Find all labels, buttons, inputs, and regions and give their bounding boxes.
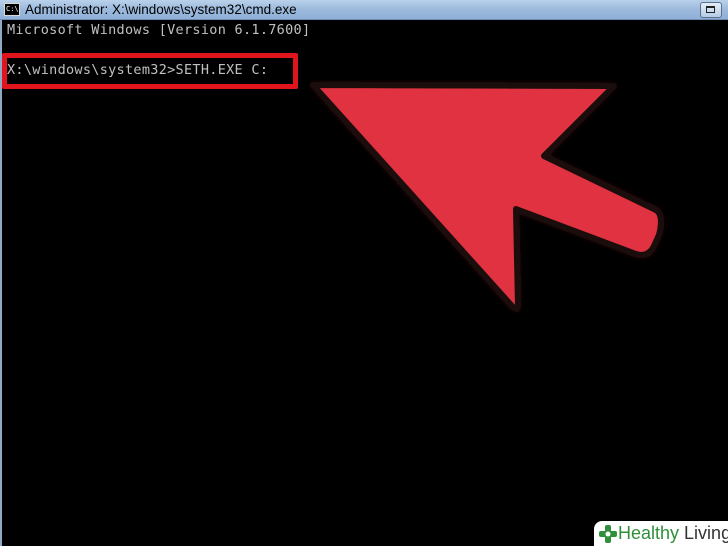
screenshot: C:\ Administrator: X:\windows\system32\c… bbox=[0, 0, 728, 546]
watermark-text: Healthy Living bbox=[618, 522, 728, 544]
maximize-button[interactable] bbox=[700, 2, 722, 18]
watermark-word-healthy: Healthy bbox=[618, 523, 680, 543]
command-highlight-box bbox=[2, 53, 298, 89]
healthy-living-watermark: Healthy Living bbox=[594, 521, 728, 546]
console-area[interactable]: Microsoft Windows [Version 6.1.7600] X:\… bbox=[0, 20, 728, 546]
window-titlebar[interactable]: C:\ Administrator: X:\windows\system32\c… bbox=[0, 0, 728, 20]
cmd-app-icon[interactable]: C:\ bbox=[4, 3, 20, 16]
plus-leaf-logo-icon bbox=[599, 525, 617, 543]
console-version-line: Microsoft Windows [Version 6.1.7600] bbox=[7, 22, 311, 38]
window-title: Administrator: X:\windows\system32\cmd.e… bbox=[25, 2, 297, 17]
watermark-word-living: Living bbox=[684, 523, 728, 543]
